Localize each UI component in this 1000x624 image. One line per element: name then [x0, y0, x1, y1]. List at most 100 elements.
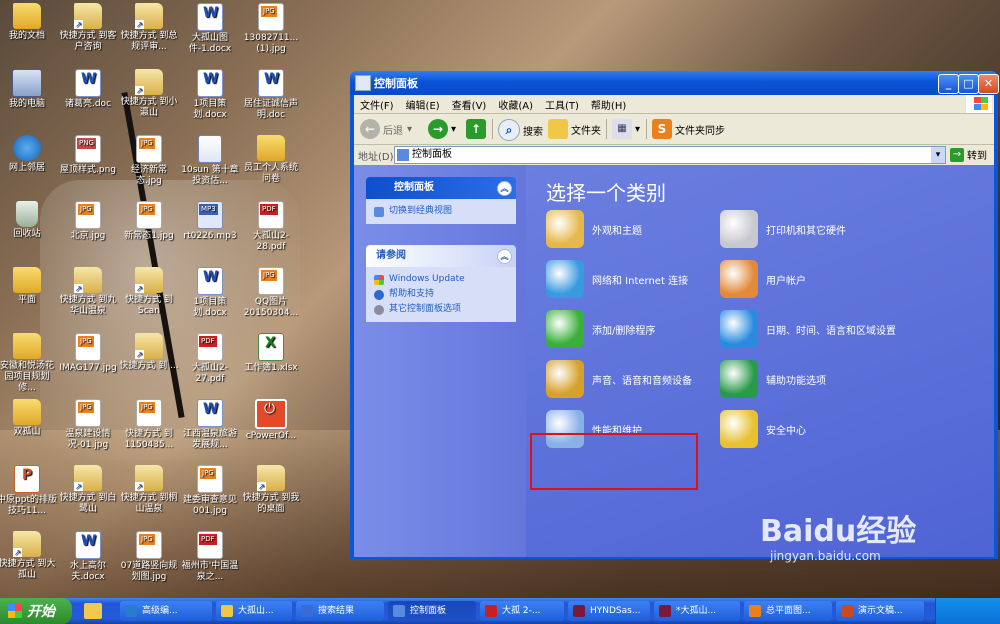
desktop-icon[interactable]: 工作簿1.xlsx — [241, 333, 301, 374]
desktop-icon[interactable]: 1项目策划.docx — [180, 267, 240, 319]
desktop-icon[interactable]: 快捷方式 到客户咨询 — [58, 3, 118, 53]
help-support-link[interactable]: 帮助和支持 — [374, 287, 508, 302]
taskbar-button[interactable]: 控制面板 — [388, 601, 476, 621]
taskbar-button[interactable]: 大孤山... — [216, 601, 292, 621]
start-button[interactable]: 开始 — [0, 598, 72, 624]
taskbar-button[interactable]: *大孤山... — [654, 601, 740, 621]
desktop-icon[interactable]: 水上高尔夫.docx — [58, 531, 118, 583]
desktop-icon[interactable]: rt0226.mp3 — [180, 201, 240, 242]
see-also-header[interactable]: 请参阅 ︽ — [366, 245, 516, 267]
desktop-icon[interactable]: 快捷方式 到总规评审... — [119, 3, 179, 53]
maximize-button[interactable]: □ — [958, 74, 979, 94]
desktop-icon[interactable]: IMAG177.jpg — [58, 333, 118, 374]
desktop-icon[interactable]: 我的文档 — [0, 3, 57, 42]
category-item[interactable]: 辅助功能选项 — [720, 360, 826, 398]
minimize-button[interactable]: _ — [938, 74, 959, 94]
desktop-icon[interactable]: QQ图片20150304... — [241, 267, 301, 319]
desktop-icon[interactable]: 1项目策划.docx — [180, 69, 240, 121]
category-label: 外观和主题 — [592, 225, 642, 237]
desktop-icon[interactable]: 员工个人系统问卷 — [241, 135, 301, 185]
desktop-icon[interactable]: 快捷方式 到白鹭山 — [58, 465, 118, 515]
desktop-icon[interactable]: 双孤山 — [0, 399, 57, 438]
category-item[interactable]: 外观和主题 — [546, 210, 642, 248]
category-item[interactable]: 打印机和其它硬件 — [720, 210, 846, 248]
desktop-icon-label: 快捷方式 到客户咨询 — [59, 31, 117, 52]
close-button[interactable]: ✕ — [978, 74, 999, 94]
quick-launch-icon[interactable] — [84, 603, 102, 619]
desktop-icon[interactable]: 快捷方式 到我的桌面 — [241, 465, 301, 515]
desktop-icon[interactable]: 13082711...(1).jpg — [241, 3, 301, 55]
desktop-icon[interactable]: 快捷方式 到小瀛山 — [119, 69, 179, 119]
search-button[interactable]: ⌕ 搜索 — [498, 119, 543, 141]
png-icon — [75, 135, 101, 163]
taskbar-button[interactable]: HYNDSas... — [568, 601, 650, 621]
desktop-icon[interactable]: 快捷方式 到大孤山 — [0, 531, 57, 581]
taskbar-button[interactable]: 高级编... — [120, 601, 212, 621]
collapse-chevron-icon[interactable]: ︽ — [497, 249, 512, 264]
forward-button[interactable]: → ▾ — [428, 119, 456, 139]
taskbar-button[interactable]: 演示文稿... — [836, 601, 924, 621]
desktop-icon[interactable]: 诸葛亮.doc — [58, 69, 118, 110]
menu-file[interactable]: 文件(F) — [354, 95, 400, 112]
taskbar-button[interactable]: 大孤 2-... — [480, 601, 564, 621]
desktop-icon[interactable]: 居住证诚信声明.doc — [241, 69, 301, 121]
category-item[interactable]: 网络和 Internet 连接 — [546, 260, 688, 298]
control-panel-box-header[interactable]: 控制面板 ︽ — [366, 177, 516, 199]
word-icon — [75, 69, 101, 97]
desktop-icon-label: 我的电脑 — [8, 99, 45, 109]
title-bar[interactable]: 控制面板 _ □ ✕ — [350, 71, 999, 95]
taskbar-button[interactable]: 总平面图... — [744, 601, 832, 621]
desktop-icon[interactable]: cPowerOf... — [241, 399, 301, 442]
category-item[interactable]: 声音、语音和音频设备 — [546, 360, 692, 398]
windows-update-link[interactable]: Windows Update — [374, 272, 508, 287]
taskbar-button[interactable]: 搜索结果 — [296, 601, 384, 621]
xls-icon — [258, 333, 284, 361]
collapse-chevron-icon[interactable]: ︽ — [497, 181, 512, 196]
desktop-icon[interactable]: 建委审查意见 001.jpg — [180, 465, 240, 517]
menu-edit[interactable]: 编辑(E) — [400, 95, 446, 112]
taskbar-button-label: 大孤山... — [238, 606, 274, 616]
switch-classic-view-link[interactable]: 切换到经典视图 — [374, 204, 508, 219]
category-item[interactable]: 添加/删除程序 — [546, 310, 655, 348]
desktop-icon[interactable]: 快捷方式 到 ... — [119, 333, 179, 372]
menu-tools[interactable]: 工具(T) — [539, 95, 585, 112]
desktop-icon[interactable]: 快捷方式 到1150435... — [119, 399, 179, 451]
folders-button[interactable]: 文件夹 — [548, 119, 601, 139]
desktop-icon[interactable]: 快捷方式 到Scan — [119, 267, 179, 317]
desktop-icon[interactable]: 网上邻居 — [0, 135, 57, 174]
address-field[interactable]: 控制面板 ▾ — [394, 146, 946, 164]
desktop-icon[interactable]: 快捷方式 到桐山温泉 — [119, 465, 179, 515]
desktop-icon[interactable]: 北京.jpg — [58, 201, 118, 242]
up-folder-button[interactable]: ↑ — [466, 119, 489, 139]
desktop-icon[interactable]: 安徽和悦汤花园项目规划修... — [0, 333, 57, 394]
desktop-icon[interactable]: 大孤山2-28.pdf — [241, 201, 301, 253]
menu-favorites[interactable]: 收藏(A) — [492, 95, 539, 112]
desktop-icon[interactable]: 江西温泉旅游发展规... — [180, 399, 240, 451]
desktop-icon[interactable]: 我的电脑 — [0, 69, 57, 110]
views-button[interactable]: ▦ ▾ — [612, 119, 640, 139]
category-item[interactable]: 日期、时间、语言和区域设置 — [720, 310, 896, 348]
desktop-icon[interactable]: 大孤山图件-1.docx — [180, 3, 240, 55]
desktop-icon[interactable]: 快捷方式 到九华山温泉 — [58, 267, 118, 317]
menu-view[interactable]: 查看(V) — [446, 95, 493, 112]
desktop-icon[interactable]: 07道路竖向规划图.jpg — [119, 531, 179, 583]
desktop-icon[interactable]: 大孤山2-27.pdf — [180, 333, 240, 385]
folder-sync-button[interactable]: S 文件夹同步 — [652, 119, 725, 139]
desktop-icon[interactable]: 中原ppt的排版技巧11... — [0, 465, 57, 517]
other-options-link[interactable]: 其它控制面板选项 — [374, 302, 508, 317]
category-item[interactable]: 安全中心 — [720, 410, 806, 448]
desktop-icon[interactable]: 温泉建设情况-01.jpg — [58, 399, 118, 451]
menu-help[interactable]: 帮助(H) — [585, 95, 632, 112]
desktop-icon[interactable]: 经济新常态.jpg — [119, 135, 179, 187]
desktop-icon[interactable]: 屋顶样式.png — [58, 135, 118, 176]
security-shield-icon — [720, 410, 758, 448]
desktop-icon[interactable]: 回收站 — [0, 201, 57, 240]
desktop-icon[interactable]: 新常态1.jpg — [119, 201, 179, 242]
go-button[interactable]: → 转到 — [950, 147, 987, 162]
category-item[interactable]: 用户帐户 — [720, 260, 806, 298]
desktop-icon[interactable]: 平面 — [0, 267, 57, 306]
desktop-icon[interactable]: 10sun 第十章投资估... — [180, 135, 240, 187]
desktop-icon[interactable]: 福州市'中国温泉之... — [180, 531, 240, 583]
address-dropdown-icon[interactable]: ▾ — [931, 147, 945, 163]
back-button[interactable]: ← 后退 ▾ — [360, 119, 412, 139]
